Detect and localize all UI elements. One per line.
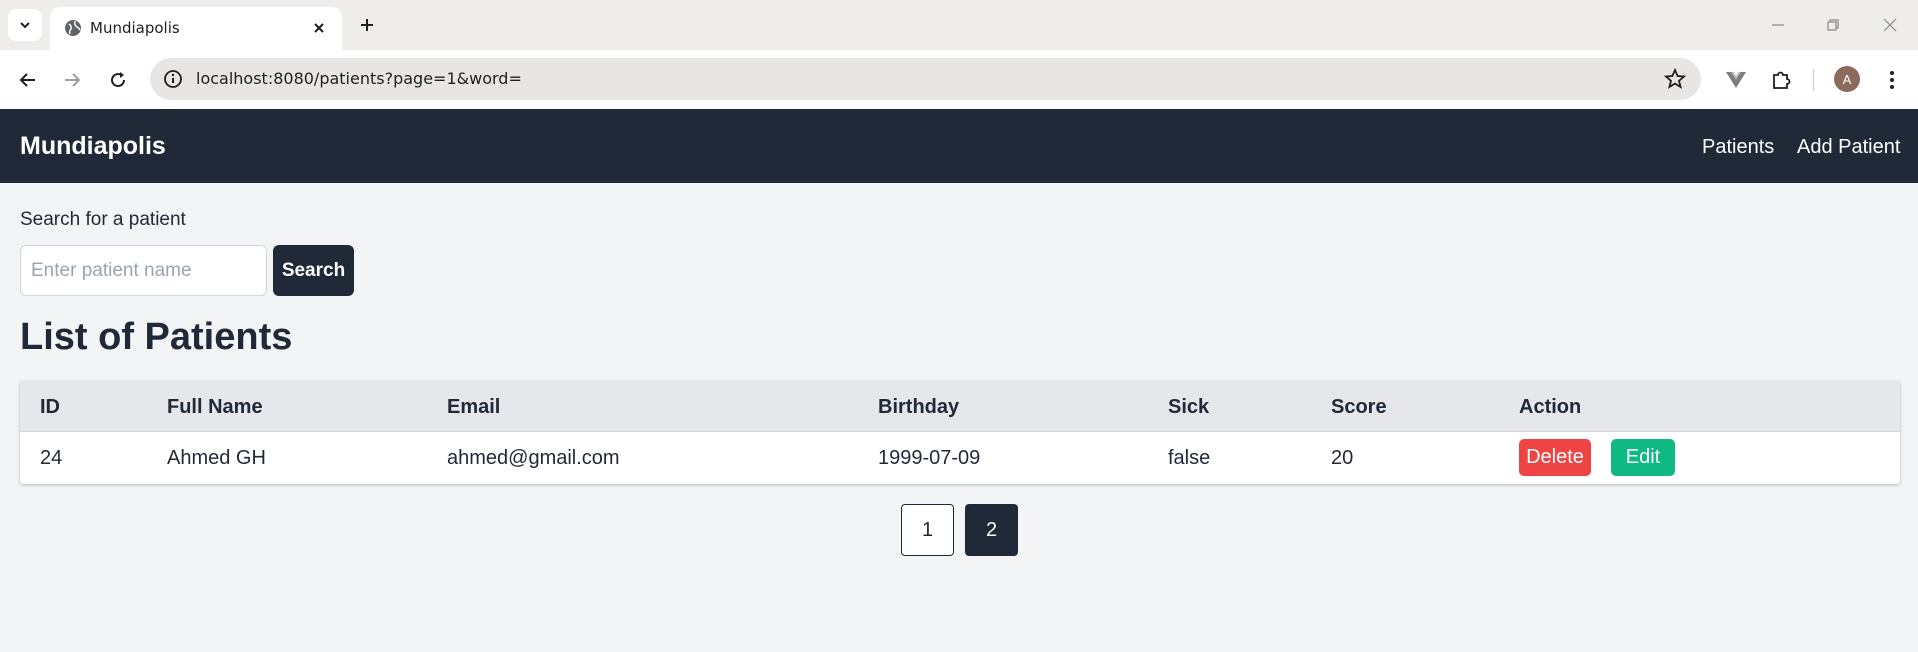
close-icon xyxy=(314,23,324,33)
close-tab-button[interactable] xyxy=(308,17,330,39)
search-button[interactable]: Search xyxy=(273,245,354,296)
tab-title: Mundiapolis xyxy=(90,19,180,37)
globe-icon xyxy=(65,20,81,36)
browser-tab-bar: Mundiapolis xyxy=(0,0,1918,50)
vue-extension-icon xyxy=(1726,71,1746,88)
cell-score: 20 xyxy=(1331,447,1354,469)
app-navbar: Mundiapolis Patients Add Patient xyxy=(0,109,1918,183)
restore-button[interactable] xyxy=(1815,10,1851,40)
table-header: ID Full Name Email Birthday Sick Score A… xyxy=(20,381,1900,432)
cell-email: ahmed@gmail.com xyxy=(447,447,620,469)
minimize-icon xyxy=(1772,24,1784,26)
reload-button[interactable] xyxy=(102,64,134,96)
close-window-button[interactable] xyxy=(1872,10,1908,40)
search-input[interactable] xyxy=(20,245,267,296)
info-icon[interactable] xyxy=(162,68,184,90)
close-icon xyxy=(1883,18,1897,32)
page-button-2[interactable]: 2 xyxy=(965,504,1018,556)
extensions-button[interactable] xyxy=(1765,64,1797,96)
browser-toolbar: localhost:8080/patients?page=1&word= xyxy=(0,50,1918,109)
vuejs-devtools-button[interactable] xyxy=(1720,64,1752,96)
arrow-left-icon xyxy=(19,73,35,87)
chevron-down-icon xyxy=(20,22,30,29)
column-header-id: ID xyxy=(40,396,60,418)
search-label: Search for a patient xyxy=(20,209,186,230)
star-icon[interactable] xyxy=(1663,67,1687,91)
cell-id: 24 xyxy=(40,447,63,469)
forward-button[interactable] xyxy=(56,64,88,96)
url-text[interactable]: localhost:8080/patients?page=1&word= xyxy=(196,69,522,88)
arrow-right-icon xyxy=(65,73,81,87)
column-header-birthday: Birthday xyxy=(878,396,960,418)
profile-avatar[interactable]: A xyxy=(1834,66,1860,92)
toolbar-divider xyxy=(1813,69,1814,91)
cell-birthday: 1999-07-09 xyxy=(878,447,981,469)
reload-icon xyxy=(111,72,126,88)
more-vertical-icon xyxy=(1890,71,1894,89)
minimize-button[interactable] xyxy=(1760,10,1796,40)
cell-full-name: Ahmed GH xyxy=(167,447,266,469)
address-bar[interactable]: localhost:8080/patients?page=1&word= xyxy=(150,58,1701,100)
column-header-sick: Sick xyxy=(1168,396,1210,418)
puzzle-icon xyxy=(1773,71,1791,89)
column-header-action: Action xyxy=(1519,396,1582,418)
page-button-1[interactable]: 1 xyxy=(901,504,954,556)
delete-button[interactable]: Delete xyxy=(1519,439,1591,476)
column-header-score: Score xyxy=(1331,396,1387,418)
page-title: List of Patients xyxy=(20,316,293,358)
patients-table: ID Full Name Email Birthday Sick Score A… xyxy=(20,381,1900,484)
nav-link-patients[interactable]: Patients xyxy=(1702,136,1774,159)
edit-button[interactable]: Edit xyxy=(1611,439,1675,476)
restore-icon xyxy=(1827,19,1839,31)
back-button[interactable] xyxy=(12,64,44,96)
column-header-full-name: Full Name xyxy=(167,396,263,418)
brand-logo[interactable]: Mundiapolis xyxy=(20,132,166,161)
nav-link-add-patient[interactable]: Add Patient xyxy=(1797,136,1900,159)
new-tab-button[interactable] xyxy=(352,10,382,40)
cell-sick: false xyxy=(1168,447,1211,469)
tab-search-button[interactable] xyxy=(8,9,42,41)
plus-icon xyxy=(361,19,373,31)
browser-tab[interactable]: Mundiapolis xyxy=(50,7,342,50)
column-header-email: Email xyxy=(447,396,501,418)
browser-menu-button[interactable] xyxy=(1876,64,1908,96)
